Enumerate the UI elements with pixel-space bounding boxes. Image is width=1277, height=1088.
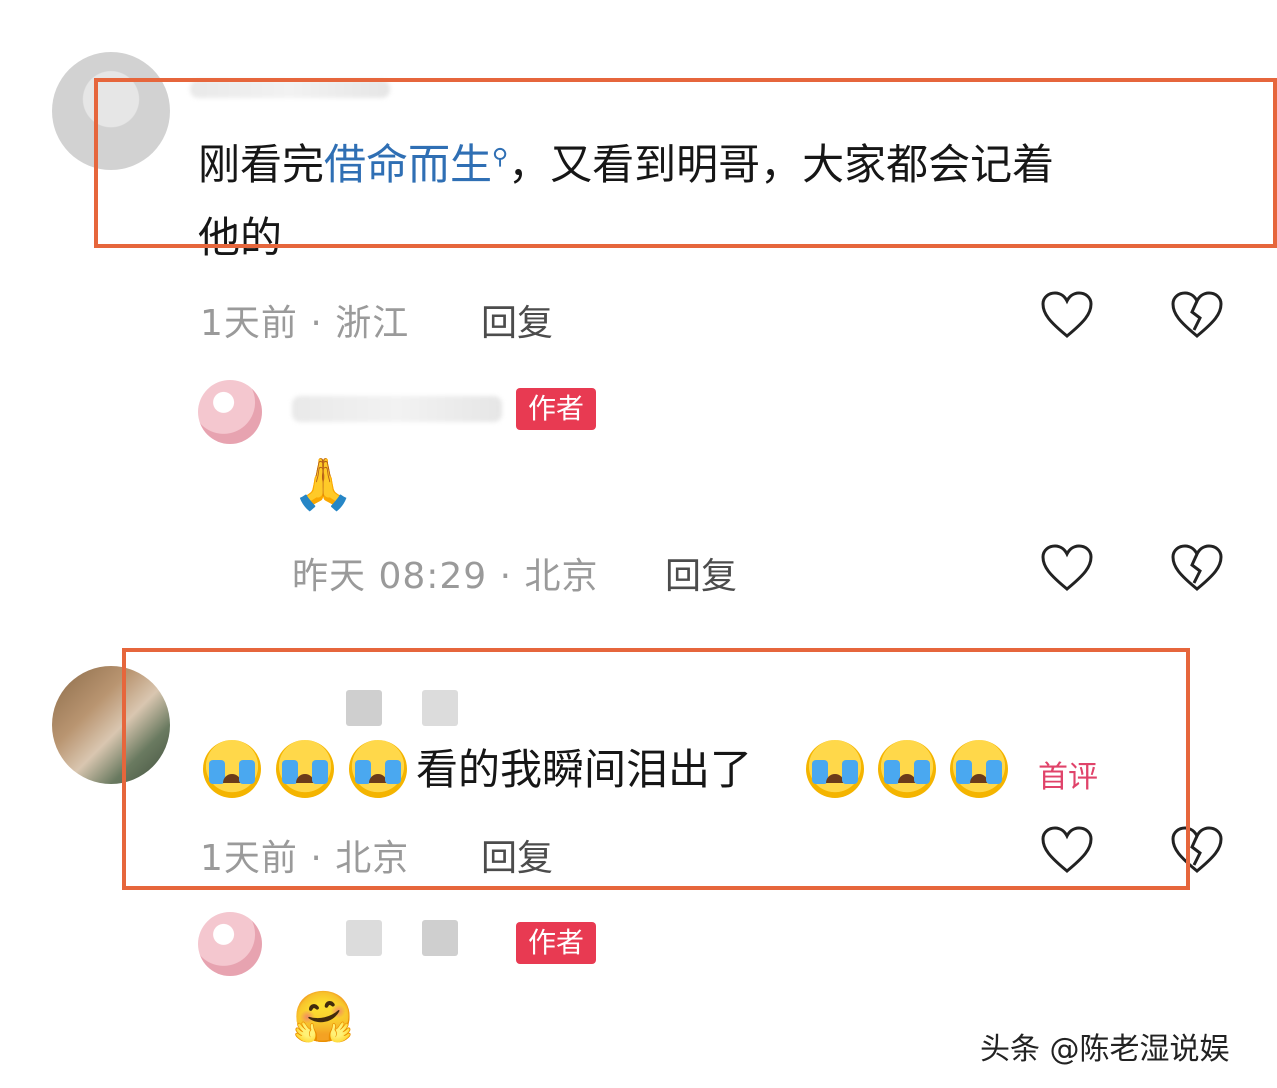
username-masked (346, 920, 382, 956)
dislike-broken-heart-icon[interactable] (1170, 290, 1224, 340)
username-masked (422, 920, 458, 956)
highlight-box (122, 648, 1190, 890)
like-heart-icon[interactable] (1040, 290, 1094, 340)
comment-meta: 1天前 · 浙江 (200, 303, 410, 344)
dislike-broken-heart-icon[interactable] (1170, 543, 1224, 593)
comment-meta: 昨天 08:29 · 北京 (292, 556, 599, 597)
highlight-box (94, 78, 1277, 248)
author-badge: 作者 (516, 922, 597, 964)
reply-button[interactable]: 回复 (665, 547, 737, 599)
author-badge: 作者 (516, 388, 597, 430)
username-blurred (292, 396, 502, 422)
author-avatar[interactable] (198, 912, 262, 976)
like-heart-icon[interactable] (1040, 543, 1094, 593)
author-avatar[interactable] (198, 380, 262, 444)
hug-emoji: 🤗 (292, 988, 355, 1046)
pray-emoji: 🙏 (292, 455, 355, 513)
reply-button[interactable]: 回复 (481, 294, 553, 346)
watermark: 头条 @陈老湿说娱 (980, 1032, 1230, 1067)
